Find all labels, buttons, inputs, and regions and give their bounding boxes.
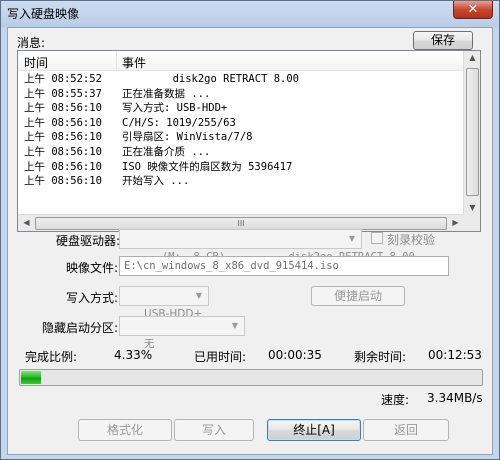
close-icon: ✕ (467, 2, 479, 17)
save-button[interactable]: 保存 (413, 31, 473, 50)
window-title: 写入硬盘映像 (7, 7, 80, 21)
ratio-value: 4.33% (114, 348, 153, 362)
scroll-right-icon[interactable]: ▶ (447, 218, 464, 227)
remaining-value: 00:12:53 (428, 348, 482, 362)
log-row[interactable]: 上午 08:56:10 开始写入 ... (18, 174, 464, 189)
log-row-event: 写入方式: USB-HDD+ (122, 102, 228, 115)
log-row-time: 上午 08:56:10 (24, 175, 102, 188)
log-row[interactable]: 上午 08:55:37 正在准备数据 ... (18, 87, 464, 102)
progress-bar (19, 369, 483, 386)
log-row[interactable]: 上午 08:56:10 ISO 映像文件的扇区数为 5396417 (18, 160, 464, 175)
scrollbar-corner (463, 214, 480, 231)
drive-label: 硬盘驱动器: (56, 234, 121, 248)
message-log: 时间 事件 上午 08:52:52 disk2go RETRACT 8.00 上午… (17, 50, 481, 232)
column-divider[interactable] (116, 51, 117, 71)
scroll-up-icon[interactable]: ▲ (464, 53, 480, 62)
image-file-field[interactable]: E:\cn_windows_8_x86_dvd_915414.iso (119, 256, 449, 276)
write-button[interactable]: 写入 (174, 419, 254, 441)
log-row[interactable]: 上午 08:56:10 C/H/S: 1019/255/63 (18, 116, 464, 131)
back-button[interactable]: 返回 (363, 419, 449, 441)
remaining-label: 剩余时间: (354, 350, 407, 364)
log-row-event: disk2go RETRACT 8.00 (122, 73, 300, 85)
hidden-partition-label: 隐藏启动分区: (42, 321, 119, 335)
format-button[interactable]: 格式化 (78, 419, 172, 441)
speed-label: 速度: (381, 393, 410, 407)
log-row-time: 上午 08:56:10 (24, 116, 102, 129)
hidden-partition-select[interactable]: 无 ▼ (119, 316, 245, 350)
verify-checkbox[interactable] (371, 232, 383, 244)
log-row-event: C/H/S: 1019/255/63 (122, 116, 236, 129)
log-row-event: 正在准备数据 ... (122, 87, 211, 100)
log-row-time: 上午 08:52:52 (24, 73, 102, 85)
log-row[interactable]: 上午 08:56:10 正在准备介质 ... (18, 145, 464, 160)
verify-label: 刻录校验 (387, 233, 436, 247)
abort-button[interactable]: 终止[A] (267, 419, 361, 441)
log-row-event: ISO 映像文件的扇区数为 5396417 (122, 160, 293, 173)
column-header-time[interactable]: 时间 (24, 54, 48, 71)
log-row-time: 上午 08:56:10 (24, 131, 102, 144)
log-row-event: 开始写入 ... (122, 175, 190, 188)
easy-boot-button[interactable]: 便捷启动 (311, 286, 405, 306)
log-row[interactable]: 上午 08:56:10 写入方式: USB-HDD+ (18, 101, 464, 116)
log-row-time: 上午 08:55:37 (24, 87, 102, 100)
log-row-event: 引导扇区: WinVista/7/8 (122, 131, 253, 144)
scroll-down-icon[interactable]: ▼ (464, 203, 480, 212)
vertical-scrollbar[interactable]: ▲ ▼ (463, 51, 480, 214)
log-row-time: 上午 08:56:10 (24, 160, 102, 173)
log-header: 时间 事件 (18, 51, 464, 71)
title-bar: 写入硬盘映像 ✕ (1, 1, 499, 25)
log-row[interactable]: 上午 08:52:52 disk2go RETRACT 8.00 (18, 72, 464, 87)
column-header-event[interactable]: 事件 (122, 54, 146, 71)
log-rows: 上午 08:52:52 disk2go RETRACT 8.00 上午 08:55… (18, 72, 464, 189)
scroll-left-icon[interactable]: ◀ (18, 218, 35, 227)
close-button[interactable]: ✕ (453, 1, 493, 19)
speed-value: 3.34MB/s (427, 391, 483, 405)
log-row-time: 上午 08:56:10 (24, 145, 102, 158)
ratio-label: 完成比例: (25, 350, 78, 364)
elapsed-value: 00:00:35 (268, 348, 322, 362)
dialog-body: 消息: 保存 时间 事件 上午 08:52:52 disk2go RETRACT… (7, 27, 493, 455)
log-row-time: 上午 08:56:10 (24, 102, 102, 115)
drive-select[interactable]: (M:, 8 GB) disk2go RETRACT 8.00 ▼ (119, 229, 415, 263)
write-mode-select[interactable]: USB-HDD+ ▼ (119, 286, 209, 320)
write-mode-label: 写入方式: (66, 291, 119, 305)
progress-fill (21, 371, 41, 384)
messages-label: 消息: (17, 36, 46, 50)
log-row[interactable]: 上午 08:56:10 引导扇区: WinVista/7/8 (18, 130, 464, 145)
elapsed-label: 已用时间: (194, 350, 247, 364)
chevron-down-icon: ▼ (195, 291, 203, 300)
chevron-down-icon: ▼ (348, 234, 356, 243)
log-row-event: 正在准备介质 ... (122, 145, 211, 158)
chevron-down-icon: ▼ (231, 321, 239, 330)
image-file-label: 映像文件: (66, 261, 119, 275)
write-disk-image-window: 写入硬盘映像 ✕ 消息: 保存 时间 事件 上午 08:52:52 disk2g… (0, 0, 500, 460)
vertical-scroll-thumb[interactable] (466, 68, 479, 196)
